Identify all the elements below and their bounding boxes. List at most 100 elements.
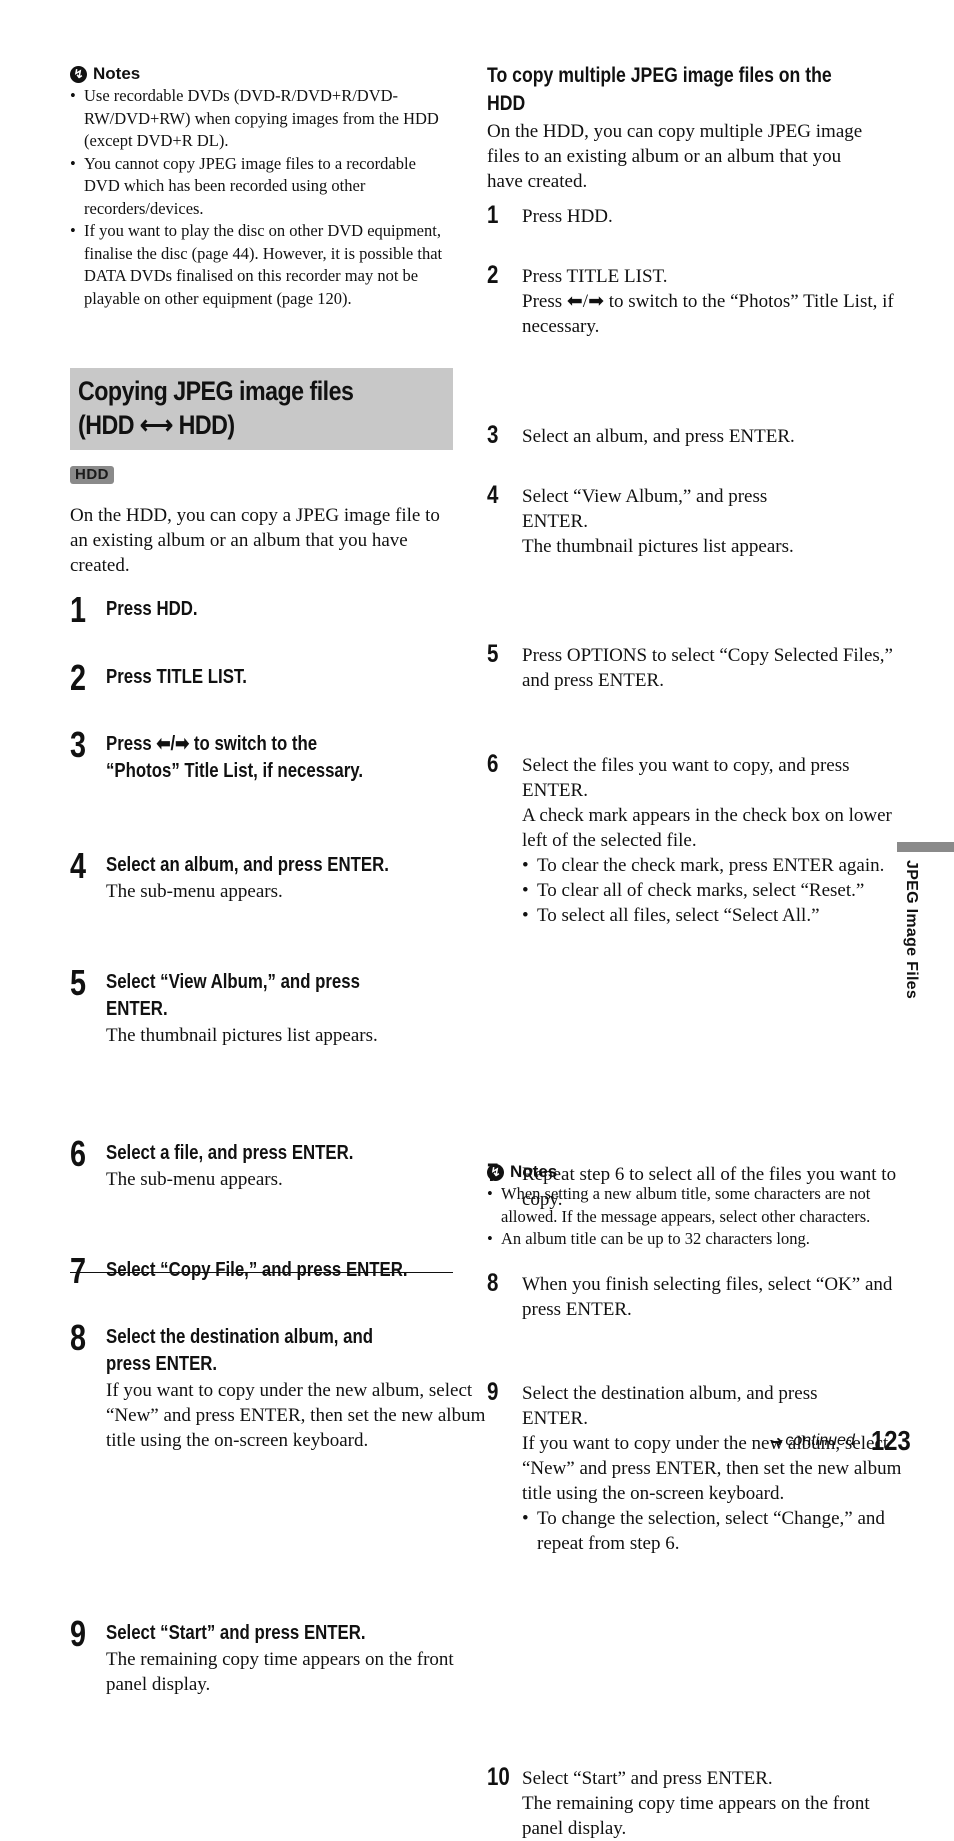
- section-title-line1: Copying JPEG image files: [78, 376, 354, 406]
- step-number: 1: [70, 589, 87, 630]
- step-number: 2: [487, 261, 499, 289]
- note-item: An album title can be up to 32 character…: [487, 1228, 872, 1251]
- step-detail: Press ⬅/➡ to switch to the “Photos” Titl…: [522, 291, 894, 337]
- step-number: 5: [70, 962, 87, 1003]
- notes-block: ↯ Notes Use recordable DVDs (DVD-R/DVD+R…: [70, 64, 453, 310]
- intro-text: On the HDD, you can copy a JPEG image fi…: [70, 505, 440, 576]
- section-title-line2: (HDD ⟷ HDD): [78, 410, 235, 440]
- right-step-4: 4 Select “View Album,” and press ENTER. …: [487, 481, 907, 559]
- step-number: 10: [487, 1763, 510, 1791]
- right-step-8: 8 When you finish selecting files, selec…: [487, 1269, 907, 1322]
- continued-label: continued: [785, 1432, 855, 1449]
- right-step-6: 6 Select the files you want to copy, and…: [487, 750, 907, 929]
- step-title-cont: press ENTER.: [106, 1353, 218, 1375]
- step-number: 4: [487, 481, 499, 509]
- side-tab-bar: [897, 842, 954, 852]
- section-heading-box: Copying JPEG image files (HDD ⟷ HDD): [70, 368, 453, 450]
- step-bullet: To change the selection, select “Change,…: [522, 1506, 907, 1556]
- step-number: 5: [487, 640, 499, 668]
- step-number: 7: [70, 1250, 87, 1291]
- step-text: Select “Start” and press ENTER.: [522, 1768, 773, 1789]
- step-title-cont: “Photos” Title List, if necessary.: [106, 760, 364, 782]
- notes-list: Use recordable DVDs (DVD-R/DVD+R/DVD-RW/…: [70, 85, 453, 310]
- step-number: 6: [487, 750, 499, 778]
- step-text: Select the destination album, and press …: [522, 1383, 818, 1429]
- hdd-badge: HDD: [70, 466, 114, 484]
- note-item: You cannot copy JPEG image files to a re…: [70, 153, 453, 221]
- step-detail: If you want to copy under the new album,…: [106, 1380, 486, 1451]
- step-number: 3: [70, 724, 87, 765]
- note-item: Use recordable DVDs (DVD-R/DVD+R/DVD-RW/…: [70, 85, 453, 153]
- step-9: 9 Select “Start” and press ENTER. The re…: [70, 1616, 489, 1697]
- step-number: 9: [487, 1378, 499, 1406]
- note-item: When setting a new album title, some cha…: [487, 1183, 872, 1228]
- section-end-rule: [70, 1272, 453, 1273]
- right-step-2: 2 Press TITLE LIST. Press ⬅/➡ to switch …: [487, 261, 907, 339]
- step-text: When you finish selecting files, select …: [522, 1274, 893, 1320]
- step-detail: The remaining copy time appears on the f…: [522, 1793, 870, 1839]
- step-title: Select “View Album,” and press: [106, 971, 360, 993]
- step-7: 7 Select “Copy File,” and press ENTER.: [70, 1253, 489, 1289]
- right-step-9: 9 Select the destination album, and pres…: [487, 1378, 907, 1556]
- notes-list: When setting a new album title, some cha…: [487, 1183, 872, 1251]
- step-1: 1 Press HDD.: [70, 592, 489, 628]
- notes-icon: ↯: [487, 1163, 504, 1181]
- step-detail: The thumbnail pictures list appears.: [106, 1025, 378, 1046]
- right-notes-block: ↯ Notes When setting a new album title, …: [487, 1162, 872, 1251]
- subsection-heading: To copy multiple JPEG image files on the…: [487, 62, 872, 118]
- page-footer: ➜ continued 123: [770, 1425, 918, 1457]
- step-title: Press TITLE LIST.: [106, 666, 247, 688]
- subsection-heading-line1: To copy multiple JPEG image files on the: [487, 64, 832, 87]
- notes-icon: ↯: [70, 65, 87, 83]
- step-bullet: To select all files, select “Select All.…: [522, 903, 907, 928]
- step-5: 5 Select “View Album,” and press ENTER. …: [70, 965, 489, 1048]
- notes-heading: ↯ Notes: [70, 64, 453, 84]
- step-8: 8 Select the destination album, and pres…: [70, 1320, 489, 1453]
- notes-heading: ↯ Notes: [487, 1162, 872, 1182]
- step-title: Press ⬅/➡ to switch to the: [106, 733, 318, 755]
- continued-arrow-icon: ➜: [770, 1431, 784, 1451]
- notes-heading-text: Notes: [510, 1162, 558, 1181]
- step-detail: The remaining copy time appears on the f…: [106, 1649, 454, 1695]
- step-number: 8: [487, 1269, 499, 1297]
- step-2: 2 Press TITLE LIST.: [70, 660, 489, 696]
- notes-heading-text: Notes: [93, 64, 141, 83]
- step-detail: The thumbnail pictures list appears.: [522, 536, 794, 557]
- step-number: 1: [487, 201, 499, 229]
- step-6: 6 Select a file, and press ENTER. The su…: [70, 1136, 489, 1192]
- step-title: Select an album, and press ENTER.: [106, 854, 389, 876]
- step-title: Select a file, and press ENTER.: [106, 1142, 354, 1164]
- step-bullet: To clear the check mark, press ENTER aga…: [522, 853, 907, 878]
- step-title: Select “Start” and press ENTER.: [106, 1622, 366, 1644]
- step-text: Press OPTIONS to select “Copy Selected F…: [522, 645, 893, 691]
- step-number: 9: [70, 1613, 87, 1654]
- step-text: Select the files you want to copy, and p…: [522, 755, 850, 801]
- step-bullet: To clear all of check marks, select “Res…: [522, 878, 907, 903]
- step-title: Press HDD.: [106, 598, 198, 620]
- step-title: Select the destination album, and: [106, 1326, 373, 1348]
- subsection-heading-line2: HDD: [487, 92, 526, 115]
- side-tab-label: JPEG Image Files: [903, 860, 920, 1000]
- right-step-3: 3 Select an album, and press ENTER.: [487, 421, 907, 449]
- step-detail: A check mark appears in the check box on…: [522, 805, 892, 851]
- step-text: Press TITLE LIST.: [522, 266, 668, 287]
- step-text: Press HDD.: [522, 206, 613, 227]
- step-number: 8: [70, 1317, 87, 1358]
- note-item: If you want to play the disc on other DV…: [70, 220, 453, 310]
- right-step-10: 10 Select “Start” and press ENTER. The r…: [487, 1763, 907, 1841]
- step-detail: The sub-menu appears.: [106, 881, 283, 902]
- step-text: Select “View Album,” and press ENTER.: [522, 486, 768, 532]
- page-number: 123: [870, 1425, 911, 1456]
- step-number: 3: [487, 421, 499, 449]
- step-number: 6: [70, 1133, 87, 1174]
- step-text: Select an album, and press ENTER.: [522, 426, 795, 447]
- step-4: 4 Select an album, and press ENTER. The …: [70, 848, 489, 904]
- right-intro-text: On the HDD, you can copy multiple JPEG i…: [487, 121, 863, 192]
- step-3: 3 Press ⬅/➡ to switch to the “Photos” Ti…: [70, 727, 489, 785]
- step-number: 2: [70, 657, 87, 698]
- right-column: To copy multiple JPEG image files on the…: [487, 0, 901, 1839]
- left-column: ↯ Notes Use recordable DVDs (DVD-R/DVD+R…: [70, 0, 485, 1695]
- step-detail: The sub-menu appears.: [106, 1169, 283, 1190]
- step-number: 4: [70, 845, 87, 886]
- right-step-1: 1 Press HDD.: [487, 201, 907, 229]
